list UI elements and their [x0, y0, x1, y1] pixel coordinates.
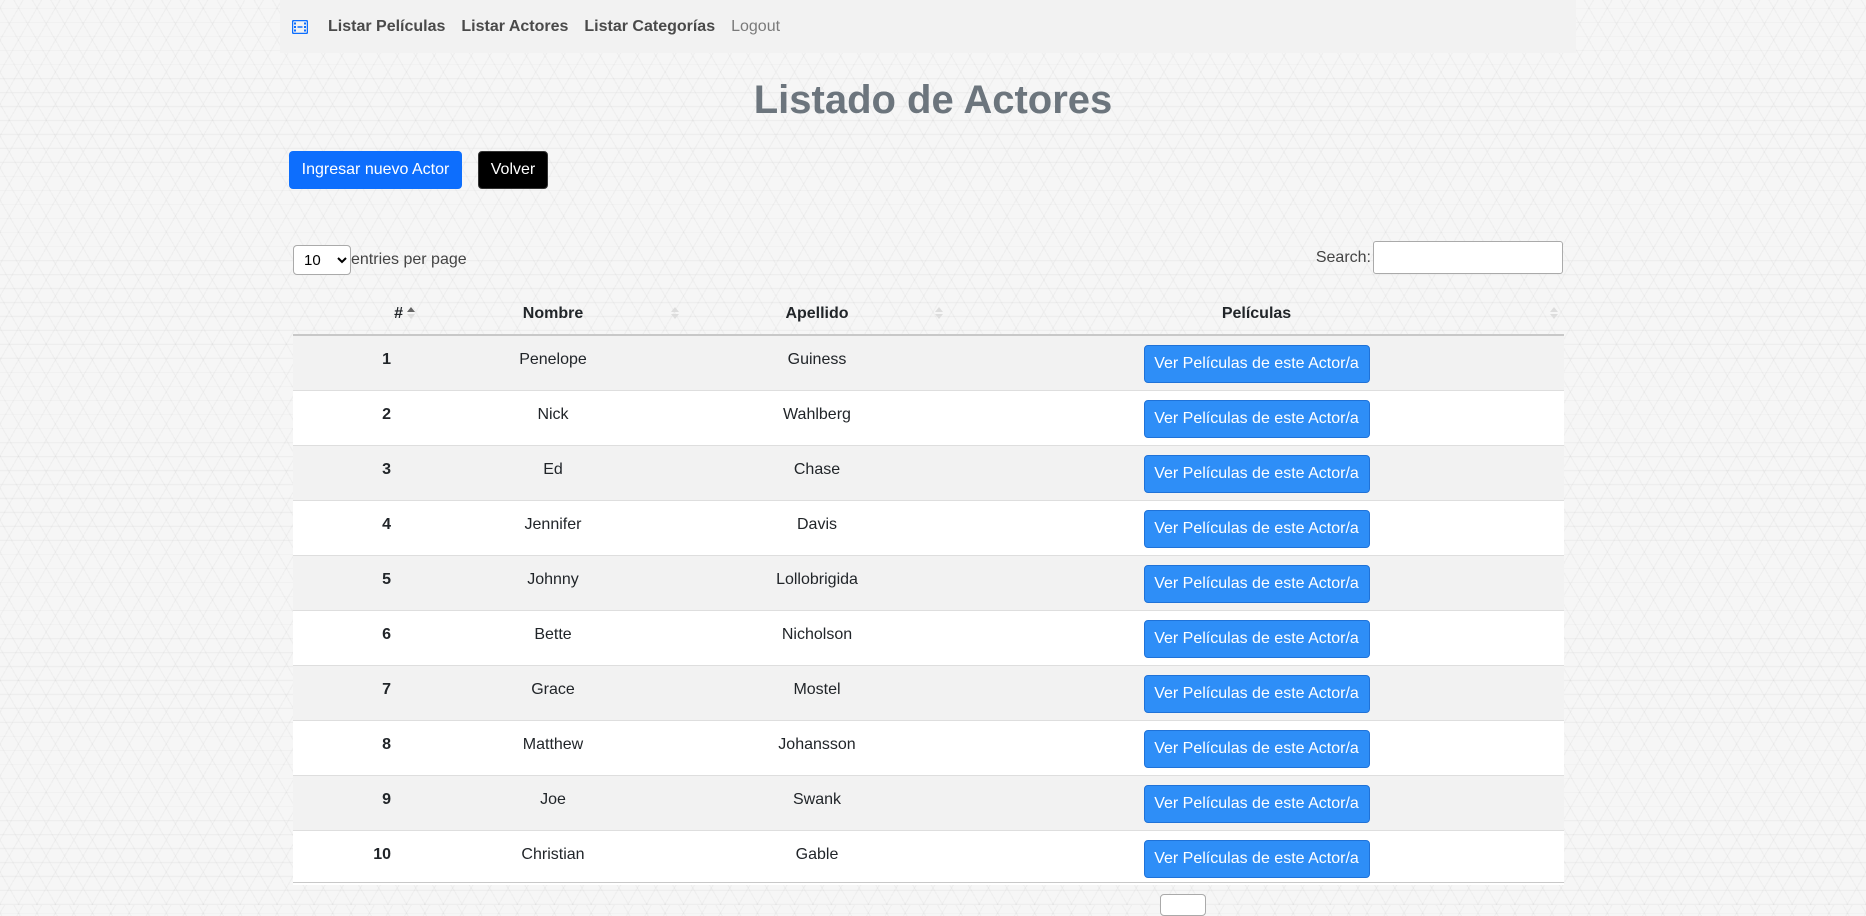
cell-nombre: Nick	[421, 389, 685, 445]
page-title: Listado de Actores	[753, 78, 1113, 122]
table-bottom-border	[293, 882, 1564, 883]
cell-nombre: Joe	[421, 774, 685, 830]
nav-link-categorias[interactable]: Listar Categorías	[584, 18, 715, 36]
table-row: 3 Ed Chase Ver Películas de este Actor/a	[293, 444, 1564, 500]
back-button[interactable]: Volver	[478, 151, 548, 189]
table-header-row: # Nombre Apellido Películas	[293, 293, 1564, 336]
cell-peliculas: Ver Películas de este Actor/a	[949, 389, 1564, 445]
view-films-button[interactable]: Ver Películas de este Actor/a	[1143, 619, 1370, 658]
view-films-button[interactable]: Ver Películas de este Actor/a	[1143, 839, 1370, 878]
cell-peliculas: Ver Películas de este Actor/a	[949, 444, 1564, 500]
cell-apellido: Guiness	[685, 334, 949, 390]
cell-nombre: Ed	[421, 444, 685, 500]
cell-id: 3	[293, 444, 421, 500]
page-length-label: entries per page	[351, 251, 467, 268]
add-actor-button[interactable]: Ingresar nuevo Actor	[289, 151, 462, 189]
cell-peliculas: Ver Películas de este Actor/a	[949, 664, 1564, 720]
search-input[interactable]	[1373, 241, 1563, 274]
cell-apellido: Chase	[685, 444, 949, 500]
cell-apellido: Nicholson	[685, 609, 949, 665]
sort-icon	[935, 307, 943, 319]
cell-nombre: Grace	[421, 664, 685, 720]
cell-peliculas: Ver Películas de este Actor/a	[949, 554, 1564, 610]
cell-id: 8	[293, 719, 421, 775]
cell-id: 10	[293, 829, 421, 885]
cell-apellido: Mostel	[685, 664, 949, 720]
page-length-select[interactable]: 10	[293, 245, 351, 275]
nav-link-logout[interactable]: Logout	[731, 18, 780, 36]
view-films-button[interactable]: Ver Películas de este Actor/a	[1143, 454, 1370, 493]
view-films-button[interactable]: Ver Películas de este Actor/a	[1143, 674, 1370, 713]
cell-apellido: Gable	[685, 829, 949, 885]
view-films-button[interactable]: Ver Películas de este Actor/a	[1143, 784, 1370, 823]
table-row: 6 Bette Nicholson Ver Películas de este …	[293, 609, 1564, 665]
cell-id: 7	[293, 664, 421, 720]
cell-apellido: Davis	[685, 499, 949, 555]
view-films-button[interactable]: Ver Películas de este Actor/a	[1143, 729, 1370, 768]
table-row: 4 Jennifer Davis Ver Películas de este A…	[293, 499, 1564, 555]
actors-table: # Nombre Apellido Películas 1 Penelope G…	[293, 293, 1564, 885]
column-header-apellido[interactable]: Apellido	[685, 293, 949, 336]
column-header-label: Apellido	[785, 304, 849, 322]
view-films-button[interactable]: Ver Películas de este Actor/a	[1143, 564, 1370, 603]
cell-nombre: Jennifer	[421, 499, 685, 555]
cell-peliculas: Ver Películas de este Actor/a	[949, 829, 1564, 885]
column-header-label: Películas	[1221, 304, 1292, 322]
view-films-button[interactable]: Ver Películas de este Actor/a	[1143, 509, 1370, 548]
page-length-control: 10 entries per page	[293, 245, 467, 275]
column-header-id[interactable]: #	[293, 293, 421, 336]
nav-link-actores[interactable]: Listar Actores	[461, 18, 568, 36]
cell-nombre: Matthew	[421, 719, 685, 775]
cell-peliculas: Ver Películas de este Actor/a	[949, 719, 1564, 775]
cell-peliculas: Ver Películas de este Actor/a	[949, 774, 1564, 830]
sort-icon	[1550, 307, 1558, 319]
cell-apellido: Lollobrigida	[685, 554, 949, 610]
cell-apellido: Wahlberg	[685, 389, 949, 445]
cell-id: 9	[293, 774, 421, 830]
column-header-peliculas[interactable]: Películas	[949, 293, 1564, 336]
cell-nombre: Christian	[421, 829, 685, 885]
cell-apellido: Swank	[685, 774, 949, 830]
cell-id: 5	[293, 554, 421, 610]
cell-peliculas: Ver Películas de este Actor/a	[949, 609, 1564, 665]
cell-id: 1	[293, 334, 421, 390]
cell-id: 4	[293, 499, 421, 555]
pagination-button[interactable]	[1160, 894, 1206, 916]
table-row: 5 Johnny Lollobrigida Ver Películas de e…	[293, 554, 1564, 610]
film-icon[interactable]	[291, 19, 309, 34]
table-row: 1 Penelope Guiness Ver Películas de este…	[293, 334, 1564, 390]
table-row: 9 Joe Swank Ver Películas de este Actor/…	[293, 774, 1564, 830]
view-films-button[interactable]: Ver Películas de este Actor/a	[1143, 399, 1370, 438]
cell-id: 6	[293, 609, 421, 665]
view-films-button[interactable]: Ver Películas de este Actor/a	[1143, 345, 1370, 383]
cell-nombre: Bette	[421, 609, 685, 665]
sort-ascending-icon	[407, 307, 415, 319]
column-header-label: Nombre	[522, 304, 584, 322]
column-header-label: #	[394, 304, 403, 322]
cell-nombre: Johnny	[421, 554, 685, 610]
cell-id: 2	[293, 389, 421, 445]
table-row: 8 Matthew Johansson Ver Películas de est…	[293, 719, 1564, 775]
search-label: Search:	[1315, 248, 1371, 266]
cell-nombre: Penelope	[421, 334, 685, 390]
cell-peliculas: Ver Películas de este Actor/a	[949, 334, 1564, 390]
table-row: 7 Grace Mostel Ver Películas de este Act…	[293, 664, 1564, 720]
navbar: Listar Películas Listar Actores Listar C…	[280, 0, 1576, 53]
search-control: Search:	[1316, 241, 1563, 274]
actors-table-wrap: # Nombre Apellido Películas 1 Penelope G…	[293, 293, 1564, 885]
cell-apellido: Johansson	[685, 719, 949, 775]
sort-icon	[671, 307, 679, 319]
column-header-nombre[interactable]: Nombre	[421, 293, 685, 336]
cell-peliculas: Ver Películas de este Actor/a	[949, 499, 1564, 555]
table-row: 2 Nick Wahlberg Ver Películas de este Ac…	[293, 389, 1564, 445]
table-row: 10 Christian Gable Ver Películas de este…	[293, 829, 1564, 885]
nav-link-peliculas[interactable]: Listar Películas	[328, 18, 445, 36]
